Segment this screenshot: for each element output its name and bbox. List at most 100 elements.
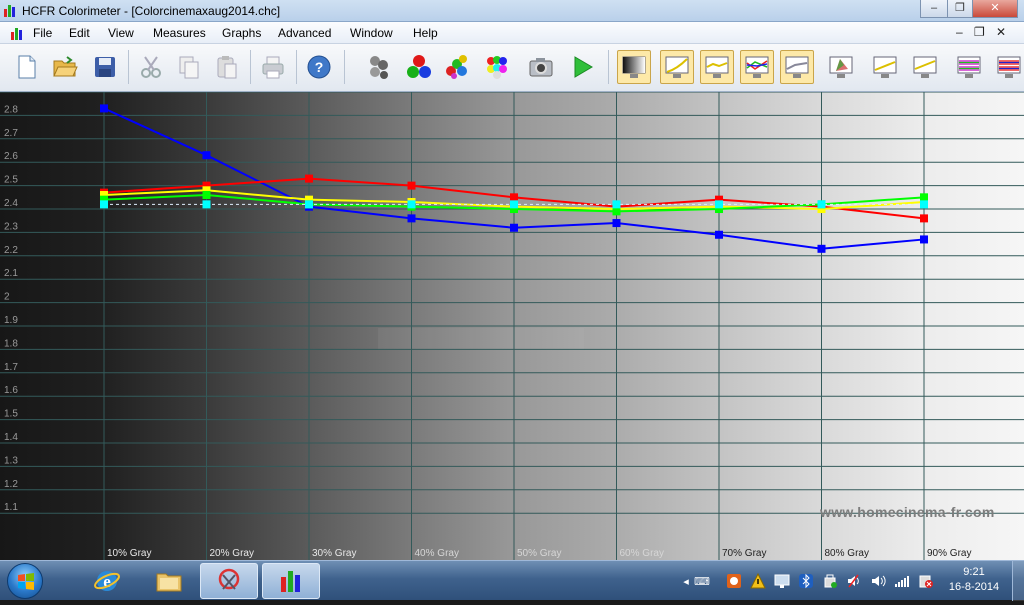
x-tick-label: 80% Gray	[825, 548, 869, 559]
data-point-marker	[305, 200, 313, 209]
copy-icon[interactable]	[172, 50, 206, 84]
camera-icon[interactable]	[524, 50, 558, 84]
file-explorer-icon[interactable]	[140, 563, 198, 599]
mdi-close-button[interactable]: ✕	[996, 25, 1006, 39]
clock-date: 16-8-2014	[948, 581, 1000, 593]
paste-icon[interactable]	[210, 50, 244, 84]
data-point-marker	[202, 200, 211, 209]
x-tick-label: 10% Gray	[107, 548, 151, 559]
x-tick-label: 20% Gray	[210, 548, 254, 559]
menu-measures[interactable]: Measures	[153, 26, 206, 40]
minimize-button[interactable]: –	[920, 0, 948, 18]
x-tick-label: 60% Gray	[620, 548, 664, 559]
battery-warning-icon[interactable]	[918, 573, 934, 589]
print-icon[interactable]	[256, 50, 290, 84]
internet-explorer-icon[interactable]: e	[78, 563, 136, 599]
keyboard-icon[interactable]: ⌨	[694, 573, 710, 589]
data-point-marker	[407, 200, 416, 209]
data-point-marker	[407, 214, 416, 223]
y-tick-label: 2.4	[4, 198, 18, 209]
hcfr-app-icon	[4, 5, 15, 17]
help-icon[interactable]: ?	[302, 50, 336, 84]
menu-graphs[interactable]: Graphs	[222, 26, 261, 40]
monitor-icon[interactable]	[774, 573, 790, 589]
measures-graph-icon[interactable]	[992, 50, 1024, 84]
cut-icon[interactable]	[134, 50, 168, 84]
data-point-marker	[612, 207, 621, 216]
save-icon[interactable]	[88, 50, 122, 84]
toolbar-separator	[296, 50, 297, 84]
data-point-marker	[817, 244, 826, 253]
show-hidden-icons-icon[interactable]: ◂	[678, 573, 694, 589]
sensor-icon[interactable]	[362, 50, 396, 84]
document-icon[interactable]	[10, 26, 24, 40]
start-button[interactable]	[7, 563, 43, 599]
x-tick-label: 40% Gray	[415, 548, 459, 559]
x-tick-label: 50% Gray	[517, 548, 561, 559]
cie-diagram-icon[interactable]	[824, 50, 858, 84]
data-point-marker	[920, 193, 928, 202]
svg-text:?: ?	[315, 59, 324, 75]
toolbar: ?	[0, 44, 1024, 92]
data-point-marker	[305, 174, 313, 183]
close-button[interactable]: ✕	[972, 0, 1018, 18]
mdi-restore-button[interactable]: ❐	[974, 25, 985, 39]
hcfr-colorimeter-icon[interactable]	[262, 563, 320, 599]
x-tick-label: 90% Gray	[927, 548, 971, 559]
y-tick-label: 1.1	[4, 502, 18, 513]
gray-scale-graph-icon[interactable]	[617, 50, 651, 84]
data-point-marker	[920, 235, 928, 244]
antivirus-icon[interactable]	[726, 573, 742, 589]
system-clock[interactable]: 9:21 16-8-2014	[944, 565, 1004, 595]
network-signal-icon[interactable]	[894, 573, 910, 589]
menu-window[interactable]: Window	[350, 26, 393, 40]
data-point-marker	[100, 200, 108, 209]
data-point-marker	[202, 190, 211, 199]
toolbar-separator	[344, 50, 345, 84]
data-point-marker	[920, 214, 928, 223]
data-point-marker	[612, 200, 621, 209]
menu-view[interactable]: View	[108, 26, 134, 40]
y-tick-label: 2	[4, 292, 10, 303]
mdi-minimize-button[interactable]: –	[956, 25, 963, 39]
y-tick-label: 2.2	[4, 245, 18, 256]
open-folder-icon[interactable]	[48, 50, 82, 84]
y-tick-label: 1.8	[4, 338, 18, 349]
safely-remove-hardware-icon[interactable]	[822, 573, 838, 589]
color-temp-graph-icon[interactable]	[780, 50, 814, 84]
luminance-graph-icon[interactable]	[700, 50, 734, 84]
clock-time: 9:21	[963, 566, 985, 578]
bluetooth-icon[interactable]	[798, 573, 814, 589]
palette-icon[interactable]	[480, 50, 514, 84]
menu-help[interactable]: Help	[413, 26, 438, 40]
menu-advanced[interactable]: Advanced	[278, 26, 331, 40]
menu-file[interactable]: File	[33, 26, 52, 40]
rgb-balls-icon[interactable]	[402, 50, 436, 84]
volume-icon[interactable]	[870, 573, 886, 589]
new-file-icon[interactable]	[10, 50, 44, 84]
gamma-graph-icon[interactable]	[660, 50, 694, 84]
show-desktop-button[interactable]	[1012, 561, 1024, 601]
toolbar-separator	[608, 50, 609, 84]
snipping-tool-icon[interactable]	[200, 563, 258, 599]
play-icon[interactable]	[566, 50, 600, 84]
data-point-marker	[510, 193, 518, 202]
taskbar: e ◂ ⌨ 9:21 16-8-2014	[0, 560, 1024, 601]
speaker-icon[interactable]	[846, 573, 862, 589]
x-tick-label: 70% Gray	[722, 548, 766, 559]
y-tick-label: 2.8	[4, 104, 18, 115]
color-balls-icon[interactable]	[440, 50, 474, 84]
saturation-graph-icon[interactable]	[868, 50, 902, 84]
y-tick-label: 2.6	[4, 151, 18, 162]
x-tick-label: 30% Gray	[312, 548, 356, 559]
data-point-marker	[920, 200, 928, 209]
near-white-graph-icon[interactable]	[952, 50, 986, 84]
data-point-marker	[612, 219, 621, 228]
near-black-graph-icon[interactable]	[908, 50, 942, 84]
menu-edit[interactable]: Edit	[69, 26, 90, 40]
gamma-chart[interactable]: 2.92.82.72.62.52.42.32.22.121.91.81.71.6…	[0, 92, 1024, 560]
rgb-levels-graph-icon[interactable]	[740, 50, 774, 84]
maximize-button[interactable]: ❐	[947, 0, 973, 18]
data-point-marker	[715, 200, 723, 209]
action-center-warning-icon[interactable]	[750, 573, 766, 589]
